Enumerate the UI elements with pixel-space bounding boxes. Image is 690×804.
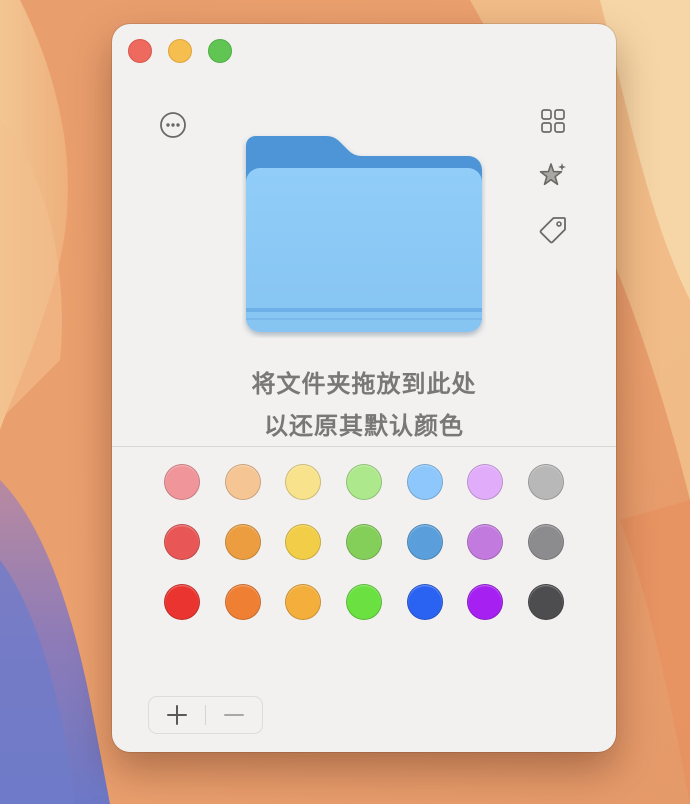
folder-drop-target[interactable]: [242, 132, 486, 338]
color-swatch[interactable]: [164, 464, 200, 500]
color-swatch[interactable]: [345, 524, 382, 560]
window-maximize-button[interactable]: [208, 39, 232, 63]
grid-view-button[interactable]: [537, 105, 569, 137]
window-minimize-button[interactable]: [168, 39, 192, 63]
color-swatch[interactable]: [527, 584, 564, 620]
grid-icon: [541, 109, 565, 133]
color-swatch[interactable]: [285, 464, 322, 500]
color-swatch[interactable]: [224, 464, 261, 500]
window-close-button[interactable]: [128, 39, 152, 63]
swatch-row: [164, 524, 564, 560]
color-swatch[interactable]: [406, 464, 443, 500]
color-swatch[interactable]: [285, 524, 322, 560]
drop-instruction-line1: 将文件夹拖放到此处: [251, 370, 477, 398]
divider: [112, 446, 616, 447]
color-swatch[interactable]: [164, 524, 200, 560]
tag-button[interactable]: [537, 214, 569, 246]
add-color-button[interactable]: [149, 697, 205, 733]
drop-instruction-line2: 以还原其默认颜色: [264, 412, 464, 440]
folder-colorizer-window: 将文件夹拖放到此处 以还原其默认颜色: [112, 24, 616, 752]
swatch-row: [164, 464, 564, 500]
favorites-button[interactable]: [537, 160, 569, 192]
color-swatch[interactable]: [345, 464, 382, 500]
color-swatch[interactable]: [224, 524, 261, 560]
color-swatch[interactable]: [224, 584, 261, 620]
color-swatch[interactable]: [164, 584, 200, 620]
color-swatch[interactable]: [527, 464, 564, 500]
color-swatch[interactable]: [527, 524, 564, 560]
plus-icon: [167, 705, 187, 725]
more-circle-icon: [160, 112, 186, 138]
remove-color-button[interactable]: [206, 697, 262, 733]
add-remove-control: [148, 696, 263, 734]
color-swatch[interactable]: [467, 524, 504, 560]
color-swatch[interactable]: [467, 464, 504, 500]
swatch-row: [164, 584, 564, 620]
minus-icon: [224, 714, 244, 716]
color-palette: [164, 464, 564, 644]
color-swatch[interactable]: [406, 584, 443, 620]
color-swatch[interactable]: [285, 584, 322, 620]
color-swatch[interactable]: [345, 584, 382, 620]
more-button[interactable]: [157, 109, 189, 141]
tag-icon: [539, 217, 566, 244]
color-swatch[interactable]: [406, 524, 443, 560]
color-swatch[interactable]: [467, 584, 504, 620]
sparkle-star-icon: [539, 163, 566, 186]
